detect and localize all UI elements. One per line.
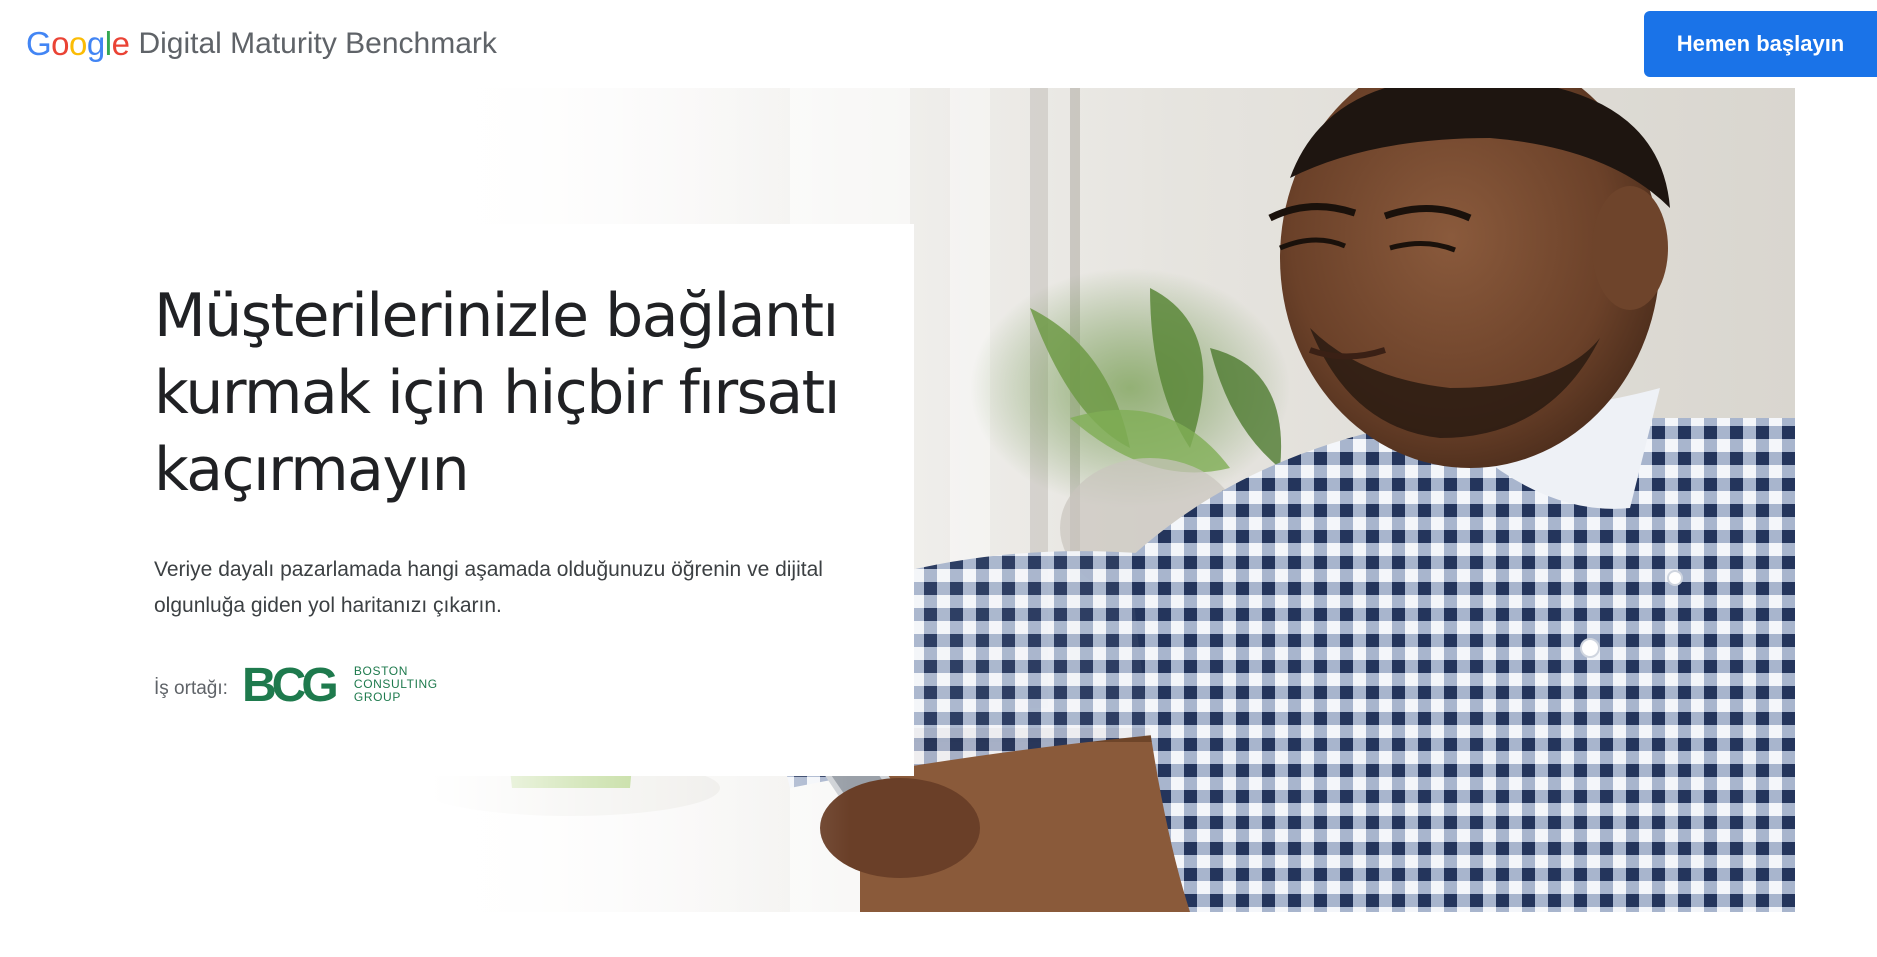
- logo-letter: g: [86, 25, 105, 62]
- hero-lead: Veriye dayalı pazarlamada hangi aşamada …: [154, 558, 823, 617]
- google-logo: Google: [26, 22, 130, 66]
- product-name: Digital Maturity Benchmark: [138, 27, 497, 60]
- logo-letter: G: [26, 25, 52, 62]
- bcg-mark-text: BCG: [242, 662, 336, 706]
- hero-headline: Müşterilerinizle bağlantı kurmak için hi…: [154, 278, 874, 509]
- bcg-word: BOSTON: [353, 663, 408, 678]
- headline-line: Müşterilerinizle bağlantı: [154, 281, 839, 351]
- bcg-mark-icon: BCG: [242, 662, 341, 706]
- top-header: Google Digital Maturity Benchmark Hemen …: [0, 0, 1877, 88]
- get-started-button[interactable]: Hemen başlayın: [1644, 11, 1877, 77]
- bcg-word: GROUP: [353, 689, 401, 704]
- logo-letter: l: [104, 25, 112, 62]
- bcg-wordmark: BOSTON CONSULTING GROUP: [353, 663, 438, 704]
- page: Google Digital Maturity Benchmark Hemen …: [0, 0, 1877, 957]
- partner-label: İş ortağı:: [154, 678, 228, 699]
- partner-row: İş ortağı: BCG BOSTON CONSULTING GROUP: [154, 662, 438, 706]
- bcg-word: CONSULTING: [353, 676, 438, 691]
- logo-letter: o: [51, 25, 70, 62]
- headline-line: kurmak için hiçbir fırsatı: [154, 358, 840, 428]
- hero-text-card: Müşterilerinizle bağlantı kurmak için hi…: [0, 224, 914, 776]
- headline-line: kaçırmayın: [154, 435, 470, 505]
- logo-letter: e: [111, 25, 130, 62]
- bcg-logo[interactable]: BCG BOSTON CONSULTING GROUP: [242, 662, 438, 706]
- logo-letter: o: [69, 25, 87, 62]
- brand[interactable]: Google Digital Maturity Benchmark: [26, 22, 497, 66]
